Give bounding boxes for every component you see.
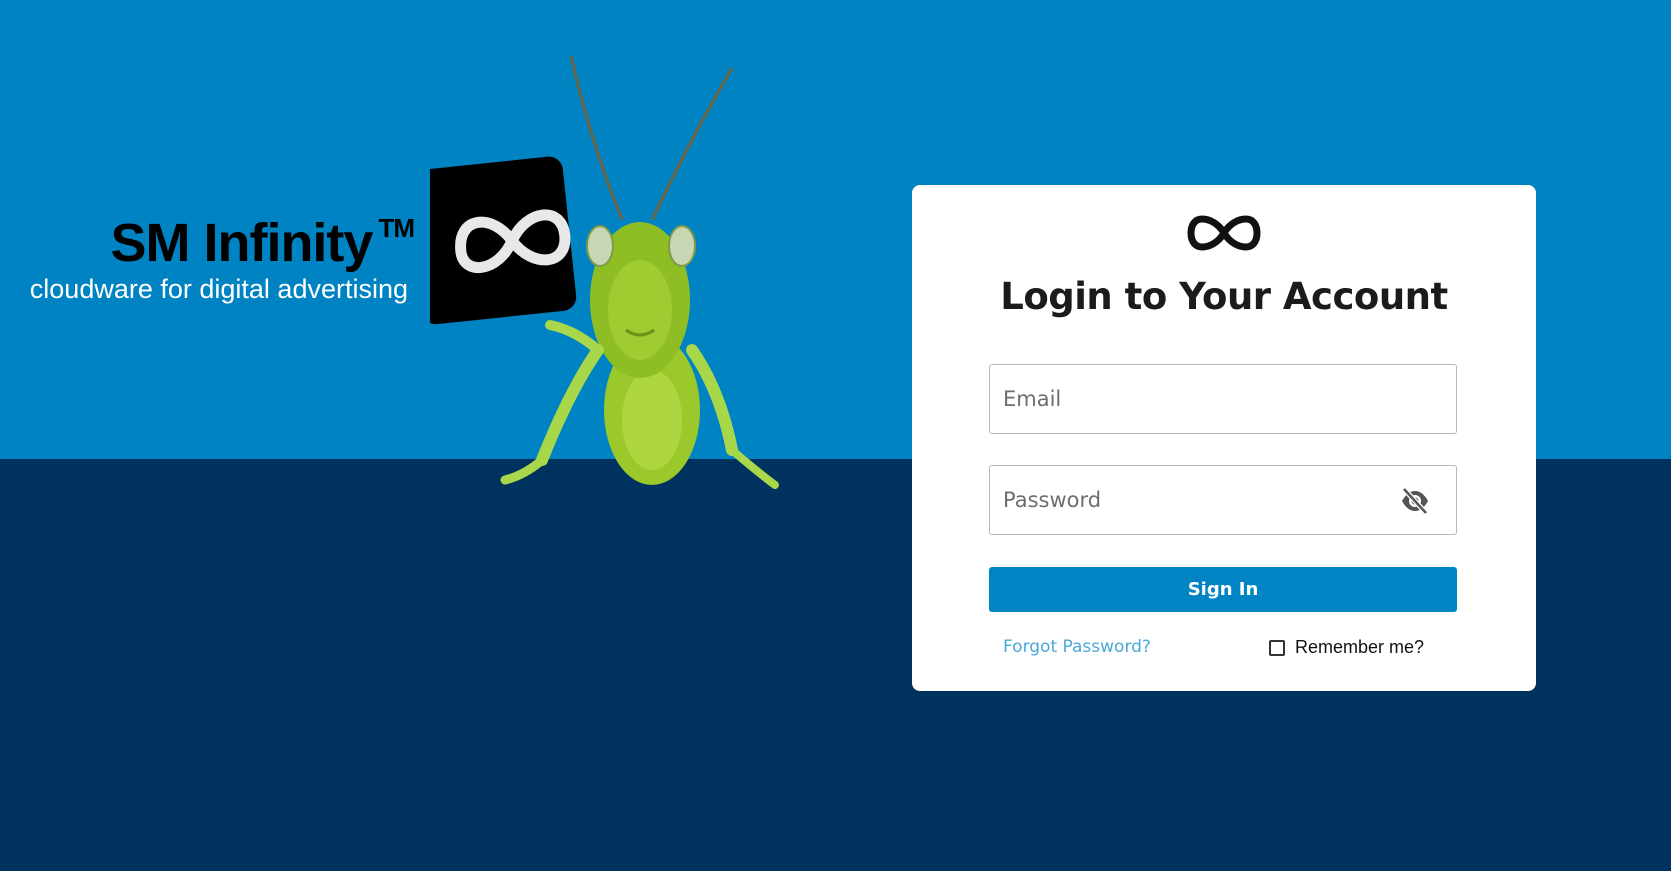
brand-tagline: cloudware for digital advertising — [29, 274, 408, 304]
login-card: Login to Your Account Sign In Forgot Pas… — [912, 185, 1536, 691]
remember-me[interactable]: Remember me? — [1269, 637, 1424, 658]
email-input[interactable] — [990, 365, 1456, 433]
password-field-container — [989, 465, 1457, 535]
sign-in-button[interactable]: Sign In — [989, 567, 1457, 612]
brand-name-text: SM Infinity — [110, 213, 373, 273]
mascot-arm-left — [536, 344, 604, 466]
password-input[interactable] — [990, 466, 1456, 534]
email-field-container — [989, 364, 1457, 434]
brand-name: SM Infinity TM — [0, 215, 420, 270]
login-title: Login to Your Account — [1000, 275, 1448, 318]
brand-block: SM Infinity TM cloudware for digital adve… — [0, 215, 420, 303]
mascot-illustration — [430, 55, 779, 489]
mascot-eye-left — [586, 225, 614, 267]
mascot-eye-right — [668, 225, 696, 267]
mascot-antenna-left — [569, 55, 624, 221]
infinity-sign-board — [430, 156, 577, 325]
trademark-mark: TM — [378, 213, 415, 243]
infinity-icon — [1187, 215, 1261, 251]
mascot-antenna-right — [650, 67, 734, 221]
forgot-password-link[interactable]: Forgot Password? — [1003, 637, 1151, 657]
eye-slash-icon[interactable] — [1400, 487, 1430, 515]
remember-me-checkbox[interactable] — [1269, 639, 1285, 656]
remember-me-label[interactable]: Remember me? — [1295, 637, 1424, 658]
